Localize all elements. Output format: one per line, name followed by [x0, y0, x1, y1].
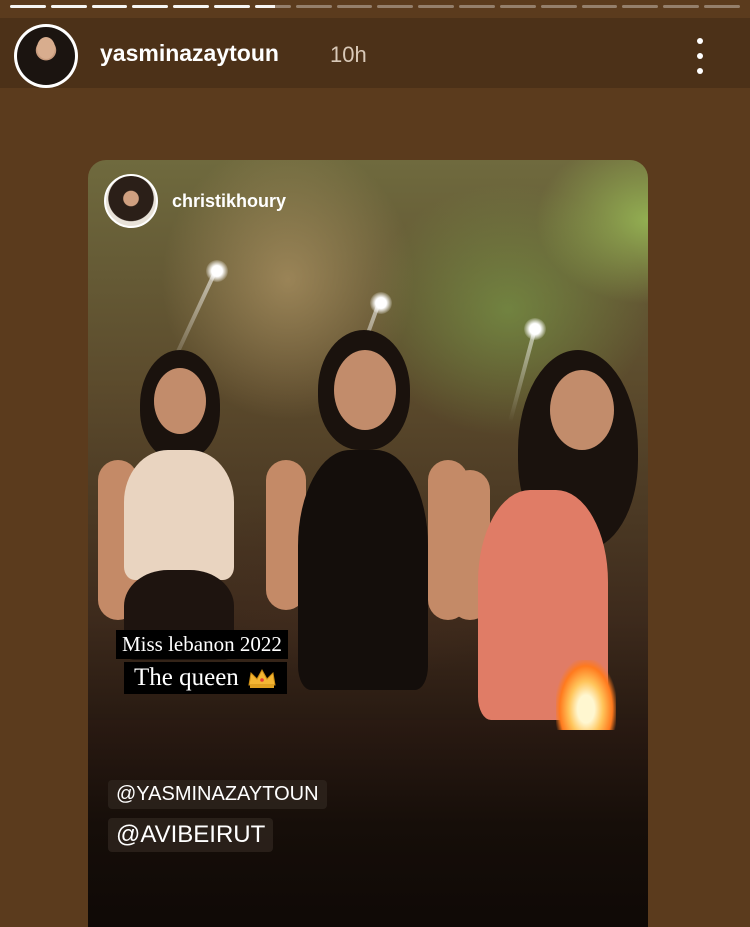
progress-segment — [581, 5, 618, 8]
progress-segment — [214, 5, 250, 8]
fire-flame — [556, 660, 616, 730]
progress-segment — [418, 5, 455, 8]
story-username[interactable]: yasminazaytoun — [100, 40, 279, 67]
profile-avatar[interactable] — [14, 24, 78, 88]
progress-segment — [50, 5, 87, 8]
progress-segment — [91, 5, 128, 8]
mention-tag-avibeirut[interactable]: @AVIBEIRUT — [108, 818, 274, 852]
story-progress-bar — [10, 5, 740, 8]
light-lamp — [370, 292, 392, 314]
progress-segment — [622, 5, 659, 8]
light-lamp — [206, 260, 228, 282]
avatar-image — [17, 27, 75, 85]
progress-segment — [10, 5, 46, 8]
source-username[interactable]: christikhoury — [172, 191, 286, 212]
progress-segment — [295, 5, 332, 8]
progress-segment — [132, 5, 169, 8]
reshare-source[interactable]: christikhoury — [104, 174, 286, 228]
more-vertical-icon[interactable] — [692, 38, 708, 74]
progress-segment — [663, 5, 700, 8]
progress-segment — [499, 5, 536, 8]
caption-line-1: Miss lebanon 2022 — [116, 630, 288, 659]
light-lamp — [524, 318, 546, 340]
progress-segment — [459, 5, 495, 8]
progress-segment — [173, 5, 210, 8]
mention-tag-yasminazaytoun[interactable]: @YASMINAZAYTOUN — [108, 780, 327, 809]
story-header: yasminazaytoun 10h — [0, 18, 750, 88]
caption-line-2: The queen — [124, 662, 287, 694]
progress-segment — [254, 5, 291, 8]
source-avatar[interactable] — [104, 174, 158, 228]
progress-segment — [540, 5, 577, 8]
story-media[interactable]: christikhoury Miss lebanon 2022 The quee… — [88, 160, 648, 927]
progress-segment — [704, 5, 740, 8]
caption-line-2-text: The queen — [134, 664, 239, 691]
progress-segment — [336, 5, 373, 8]
progress-segment — [377, 5, 414, 8]
crown-icon — [248, 668, 276, 688]
story-timestamp: 10h — [330, 42, 367, 67]
